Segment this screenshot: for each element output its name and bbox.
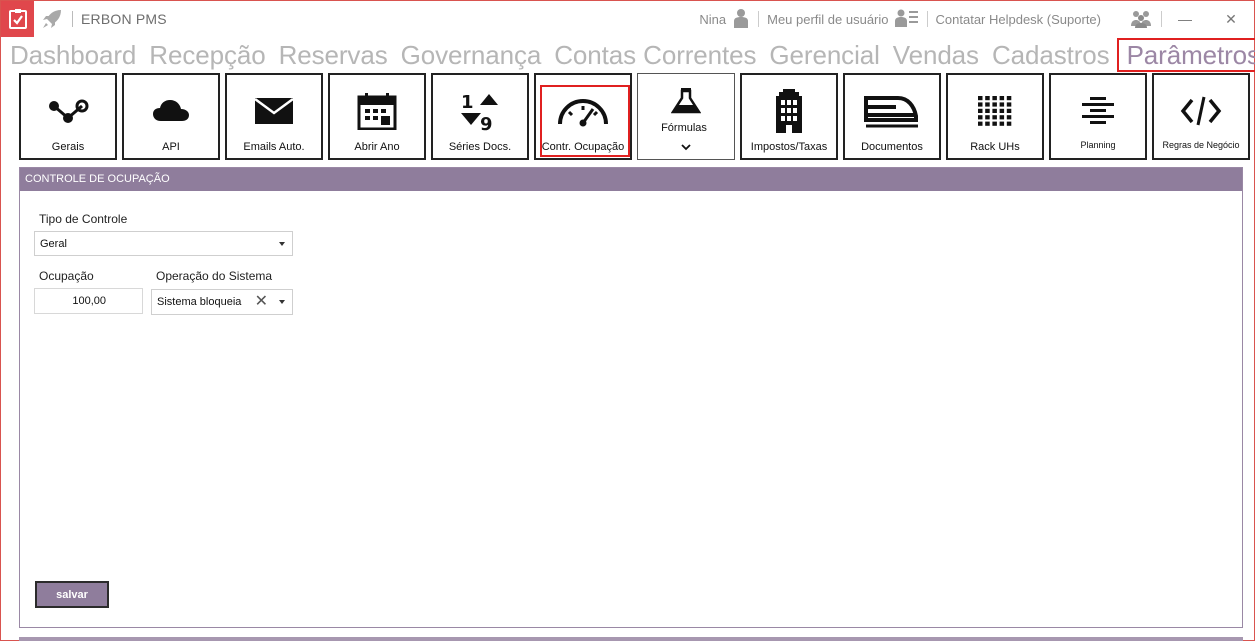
svg-text:9: 9	[480, 114, 493, 131]
checklist-icon[interactable]	[1, 1, 34, 37]
app-window: ERBON PMS Nina Meu perfil de usuário Con…	[0, 0, 1255, 641]
tile-label: Emails Auto.	[243, 141, 305, 153]
menu-parametros[interactable]: Parâmetros	[1116, 38, 1255, 72]
cloud-icon	[124, 89, 218, 133]
tile-label: Rack UHs	[970, 141, 1020, 153]
share-icon	[21, 89, 115, 133]
menu-dashboard[interactable]: Dashboard	[10, 40, 136, 71]
tile-planning[interactable]: Planning	[1049, 73, 1147, 160]
grid-icon	[948, 89, 1042, 133]
tile-label: Abrir Ano	[354, 141, 400, 153]
occupancy-panel: CONTROLE DE OCUPAÇÃO Tipo de Controle Ge…	[19, 167, 1243, 628]
tipo-controle-label: Tipo de Controle	[39, 212, 128, 226]
ocupacao-value: 100,00	[72, 295, 106, 307]
menu-gerencial[interactable]: Gerencial	[769, 40, 879, 71]
tile-api[interactable]: API	[122, 73, 220, 160]
title-separator	[72, 11, 73, 27]
svg-text:1: 1	[461, 92, 474, 113]
rocket-icon[interactable]	[34, 1, 70, 37]
tile-label: Documentos	[861, 141, 923, 153]
profile-label: Meu perfil de usuário	[767, 11, 889, 27]
tile-label: Impostos/Taxas	[750, 141, 828, 153]
ocupacao-label: Ocupação	[39, 269, 94, 283]
tile-contr-ocupacao[interactable]: Contr. Ocupação	[534, 73, 632, 160]
tile-label: Fórmulas	[661, 122, 707, 134]
operacao-value: Sistema bloqueia	[157, 296, 242, 308]
lines-icon	[1051, 89, 1145, 133]
minimize-button[interactable]: —	[1162, 1, 1208, 37]
sort-numeric-icon: 19	[433, 89, 527, 133]
flask-icon	[638, 86, 734, 116]
tipo-controle-value: Geral	[40, 237, 67, 250]
caret-down-icon	[279, 241, 285, 246]
profile-link[interactable]: Meu perfil de usuário	[759, 8, 926, 31]
user-list-icon	[894, 8, 919, 31]
main-menu: Dashboard Recepção Reservas Governança C…	[10, 38, 1255, 72]
tile-label: Planning	[1080, 140, 1116, 150]
tile-impostos-taxas[interactable]: Impostos/Taxas	[740, 73, 838, 160]
operacao-label: Operação do Sistema	[156, 269, 273, 283]
tile-label: Contr. Ocupação	[541, 141, 625, 153]
helpdesk-link[interactable]: Contatar Helpdesk (Suporte)	[928, 12, 1109, 27]
title-bar-right: Nina Meu perfil de usuário Contatar Help…	[691, 1, 1254, 37]
tile-documentos[interactable]: Documentos	[843, 73, 941, 160]
menu-contas-correntes[interactable]: Contas Correntes	[554, 40, 756, 71]
code-icon	[1154, 89, 1248, 133]
parameters-toolbar: Gerais API Emails Auto. Abrir Ano 19 Sér…	[19, 73, 1255, 160]
menu-reservas[interactable]: Reservas	[279, 40, 388, 71]
ocupacao-input[interactable]: 100,00	[34, 288, 143, 314]
user-menu[interactable]: Nina	[691, 8, 758, 31]
panel-title: CONTROLE DE OCUPAÇÃO	[20, 168, 1242, 191]
calendar-icon	[330, 89, 424, 133]
tile-regras-negocio[interactable]: Regras de Negócio	[1152, 73, 1250, 160]
tile-label: API	[162, 141, 180, 153]
building-icon	[742, 89, 836, 133]
tile-label: Gerais	[51, 141, 85, 153]
menu-vendas[interactable]: Vendas	[893, 40, 979, 71]
tile-label: Séries Docs.	[448, 141, 512, 153]
app-title: ERBON PMS	[81, 11, 167, 27]
menu-cadastros[interactable]: Cadastros	[992, 40, 1110, 71]
menu-governanca[interactable]: Governança	[401, 40, 542, 71]
tile-emails-auto[interactable]: Emails Auto.	[225, 73, 323, 160]
user-icon	[732, 8, 750, 31]
team-icon[interactable]	[1109, 10, 1161, 28]
save-button[interactable]: salvar	[35, 581, 109, 608]
user-name: Nina	[699, 11, 727, 27]
tile-rack-uhs[interactable]: Rack UHs	[946, 73, 1044, 160]
helpdesk-label: Contatar Helpdesk (Suporte)	[935, 11, 1101, 27]
envelope-icon	[227, 89, 321, 133]
tile-series-docs[interactable]: 19 Séries Docs.	[431, 73, 529, 160]
tile-formulas[interactable]: Fórmulas	[637, 73, 735, 160]
title-bar: ERBON PMS Nina Meu perfil de usuário Con…	[1, 1, 1254, 37]
tile-gerais[interactable]: Gerais	[19, 73, 117, 160]
close-button[interactable]: ✕	[1208, 1, 1254, 37]
operacao-select[interactable]: Sistema bloqueia ✕	[151, 289, 293, 315]
tile-label: Regras de Negócio	[1162, 140, 1240, 150]
train-icon	[845, 89, 939, 133]
clear-icon[interactable]: ✕	[255, 294, 268, 310]
tipo-controle-select[interactable]: Geral	[34, 231, 293, 256]
gauge-icon	[536, 89, 630, 133]
bottom-strip	[19, 637, 1243, 641]
chevron-down-icon[interactable]	[638, 140, 734, 154]
tile-abrir-ano[interactable]: Abrir Ano	[328, 73, 426, 160]
caret-down-icon	[279, 300, 285, 304]
menu-recepcao[interactable]: Recepção	[149, 40, 265, 71]
